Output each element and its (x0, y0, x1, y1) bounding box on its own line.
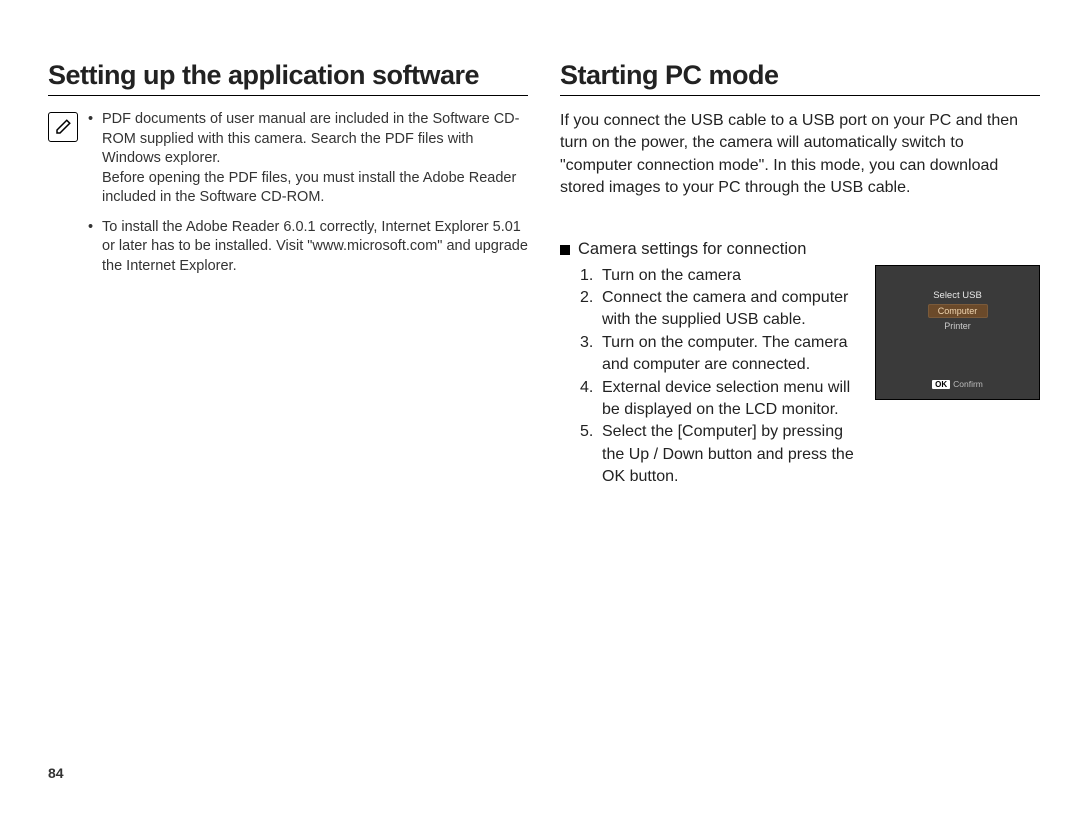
heading-starting-pc-mode: Starting PC mode (560, 60, 1040, 96)
intro-paragraph: If you connect the USB cable to a USB po… (560, 110, 1040, 200)
lcd-confirm-text: Confirm (953, 379, 983, 389)
note-bullet-item: To install the Adobe Reader 6.0.1 correc… (88, 218, 528, 277)
step-item: Turn on the computer. The camera and com… (580, 332, 861, 377)
note-bullet-list: PDF documents of user manual are include… (88, 110, 528, 287)
steps-list: Turn on the camera Connect the camera an… (560, 265, 861, 489)
note-block: PDF documents of user manual are include… (48, 110, 528, 287)
steps-and-lcd-row: Turn on the camera Connect the camera an… (560, 265, 1040, 489)
left-column: Setting up the application software PDF … (48, 60, 528, 488)
page-number: 84 (48, 765, 64, 781)
subheading-row: Camera settings for connection (560, 240, 1040, 259)
step-item: Turn on the camera (580, 265, 861, 287)
note-bullet-item: PDF documents of user manual are include… (88, 110, 528, 208)
step-item: Select the [Computer] by pressing the Up… (580, 421, 861, 488)
note-icon (48, 112, 78, 142)
step-item: External device selection menu will be d… (580, 377, 861, 422)
right-column: Starting PC mode If you connect the USB … (560, 60, 1040, 488)
lcd-title: Select USB (933, 290, 982, 301)
ok-badge: OK (932, 380, 950, 389)
square-bullet-icon (560, 245, 570, 255)
step-item: Connect the camera and computer with the… (580, 287, 861, 332)
lcd-footer: OKConfirm (876, 379, 1039, 389)
subheading-text: Camera settings for connection (578, 240, 806, 259)
lcd-screenshot: Select USB Computer Printer OKConfirm (875, 265, 1040, 400)
lcd-option-selected: Computer (928, 304, 988, 318)
heading-setup-software: Setting up the application software (48, 60, 528, 96)
lcd-option-other: Printer (936, 320, 979, 332)
